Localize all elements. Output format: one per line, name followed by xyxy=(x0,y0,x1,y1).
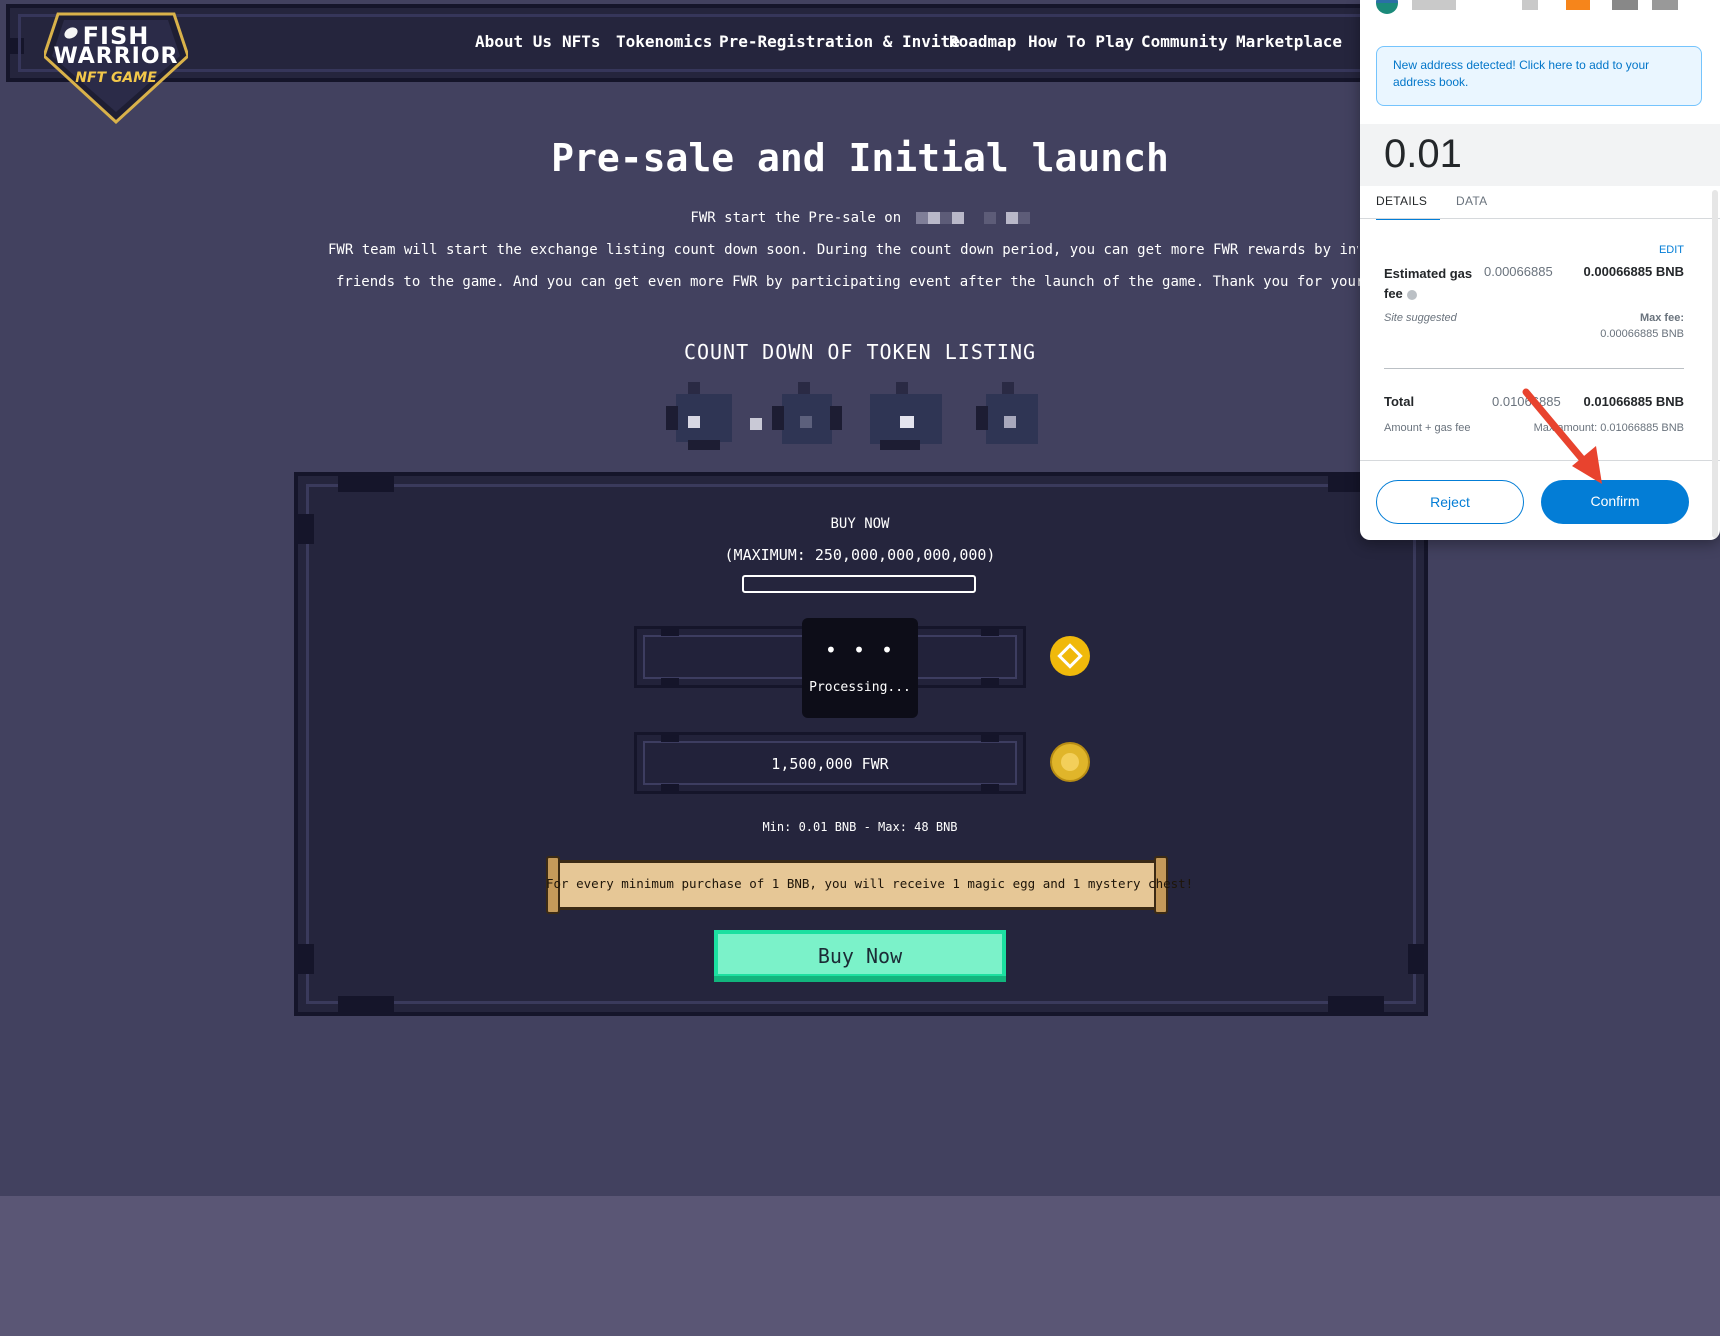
fox-icon xyxy=(1566,0,1590,10)
redacted-account-name xyxy=(1412,0,1456,10)
header-notch xyxy=(10,38,24,54)
total-label: Total xyxy=(1384,394,1415,409)
nav-roadmap[interactable]: Roadmap xyxy=(949,32,1016,51)
reject-button[interactable]: Reject xyxy=(1376,480,1524,524)
edit-gas-link[interactable]: EDIT xyxy=(1659,244,1684,256)
max-fee-value: 0.00066885 BNB xyxy=(1600,328,1684,340)
tab-divider xyxy=(1360,218,1720,219)
processing-overlay: • • • Processing... xyxy=(802,618,918,718)
gas-fee-value: 0.00066885 xyxy=(1484,264,1553,279)
loading-dots-icon: • • • xyxy=(824,638,896,662)
countdown-digit-redacted xyxy=(772,382,844,454)
estimated-gas-label-text: Estimated gas fee xyxy=(1384,266,1473,301)
fwr-amount-value: 1,500,000 FWR xyxy=(771,755,889,773)
new-address-notice[interactable]: New address detected! Click here to add … xyxy=(1376,46,1702,106)
redacted-date xyxy=(915,212,1030,224)
tab-data[interactable]: DATA xyxy=(1456,194,1487,208)
fish-warrior-logo[interactable]: FISH WARRIOR NFT GAME xyxy=(44,12,188,124)
panel-cap xyxy=(1328,996,1384,1016)
nav-nfts[interactable]: NFTs xyxy=(562,32,601,51)
panel-side xyxy=(294,944,314,974)
intro-paragraph-line-2: friends to the game. And you can get eve… xyxy=(336,274,1366,290)
bnb-coin-icon xyxy=(1050,636,1090,676)
nav-how-to-play[interactable]: How To Play xyxy=(1028,32,1134,51)
amount-gas-label: Amount + gas fee xyxy=(1384,422,1471,434)
panel-cap xyxy=(338,472,394,492)
countdown-digit-redacted xyxy=(976,382,1048,454)
wallet-top-bar xyxy=(1360,0,1720,16)
intro-paragraph-line-1: FWR team will start the exchange listing… xyxy=(328,242,1358,258)
gas-fee-bnb: 0.00066885 BNB xyxy=(1583,264,1684,279)
redacted-icon xyxy=(1612,0,1638,10)
nav-about-us[interactable]: About Us xyxy=(475,32,552,51)
new-address-notice-text: New address detected! Click here to add … xyxy=(1393,58,1650,89)
countdown-digit-redacted xyxy=(666,382,738,454)
estimated-gas-label: Estimated gas fee xyxy=(1384,264,1480,304)
panel-side xyxy=(1408,944,1428,974)
confirm-button-label: Confirm xyxy=(1590,493,1640,509)
nav-pre-registration[interactable]: Pre-Registration & Invite xyxy=(719,32,960,51)
bonus-text: For every minimum purchase of 1 BNB, you… xyxy=(546,876,1194,891)
fwr-amount-output: 1,500,000 FWR xyxy=(634,732,1026,794)
redacted-icon xyxy=(1652,0,1678,10)
divider xyxy=(1384,368,1684,369)
max-fee-label: Max fee: xyxy=(1639,312,1684,324)
redacted-icon xyxy=(1522,0,1538,10)
presale-progress-bar xyxy=(742,575,976,593)
fwr-coin-icon xyxy=(1050,742,1090,782)
buy-now-button-label: Buy Now xyxy=(817,944,903,968)
nav-marketplace[interactable]: Marketplace xyxy=(1236,32,1342,51)
panel-cap xyxy=(338,996,394,1016)
buy-now-button[interactable]: Buy Now xyxy=(714,930,1006,982)
info-icon[interactable] xyxy=(1406,289,1417,300)
reject-button-label: Reject xyxy=(1430,494,1470,510)
logo-text-warrior: WARRIOR xyxy=(53,44,179,69)
tab-details[interactable]: DETAILS xyxy=(1376,194,1440,220)
page-footer-band xyxy=(0,1196,1720,1336)
red-arrow-icon xyxy=(1522,388,1602,484)
processing-text: Processing... xyxy=(809,680,911,695)
nav-community[interactable]: Community xyxy=(1141,32,1228,51)
logo-text-nft-game: NFT GAME xyxy=(75,70,157,86)
wallet-scrollbar[interactable] xyxy=(1712,190,1718,538)
countdown-digit-redacted xyxy=(870,382,942,454)
buy-maximum: (MAXIMUM: 250,000,000,000,000) xyxy=(724,546,996,564)
site-suggested: Site suggested xyxy=(1384,312,1457,324)
transaction-amount: 0.01 xyxy=(1384,132,1462,176)
account-avatar[interactable] xyxy=(1376,0,1398,14)
nav-tokenomics[interactable]: Tokenomics xyxy=(616,32,712,51)
presale-text: FWR start the Pre-sale on xyxy=(690,210,902,226)
min-max-limits: Min: 0.01 BNB - Max: 48 BNB xyxy=(762,820,958,834)
countdown-separator xyxy=(750,418,762,430)
bonus-scroll-banner: For every minimum purchase of 1 BNB, you… xyxy=(546,856,1194,914)
